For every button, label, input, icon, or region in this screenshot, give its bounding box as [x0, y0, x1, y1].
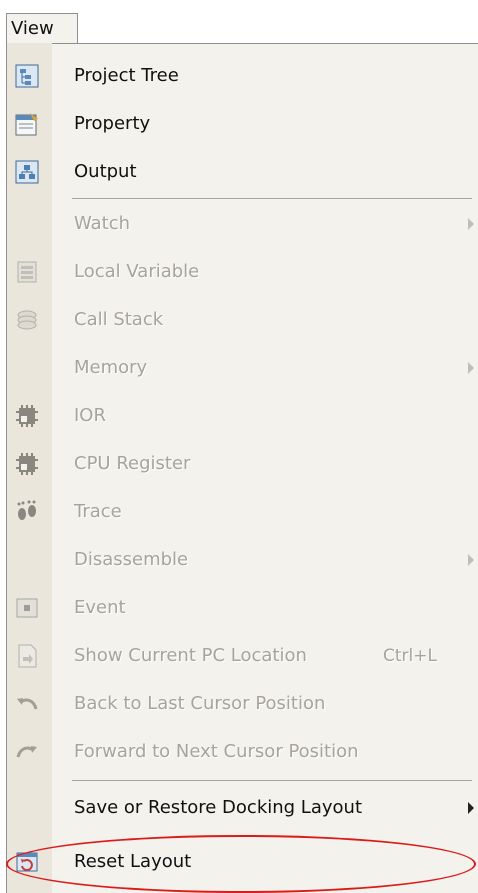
menu-item-label: Output: [74, 161, 137, 182]
menu-item-property[interactable]: Property: [0, 100, 478, 148]
event-icon: [16, 598, 38, 618]
menu-item-ior[interactable]: IOR: [0, 392, 478, 440]
menu-item-label: Trace: [74, 501, 122, 522]
submenu-arrow-icon: [468, 554, 474, 566]
menu-item-back-to-last-cursor-position[interactable]: Back to Last Cursor Position: [0, 680, 478, 728]
menu-item-label: Memory: [74, 357, 148, 378]
menu-item-label: Forward to Next Cursor Position: [74, 741, 359, 762]
menu-item-event[interactable]: Event: [0, 584, 478, 632]
back-arrow-icon: [17, 698, 38, 710]
view-menu-tab[interactable]: View: [6, 13, 78, 43]
trace-icon: [17, 500, 36, 520]
submenu-arrow-icon: [468, 218, 474, 230]
cpu-register-icon: [16, 453, 38, 475]
menu-item-forward-to-next-cursor-position[interactable]: Forward to Next Cursor Position: [0, 728, 478, 776]
menu-top-border: [78, 43, 478, 44]
menu-item-label: IOR: [74, 405, 106, 426]
menu-item-label: Watch: [74, 213, 131, 234]
local-variable-icon: [17, 261, 37, 283]
menu-item-memory[interactable]: Memory: [0, 344, 478, 392]
submenu-arrow-icon: [468, 802, 474, 814]
menu-item-label: Save or Restore Docking Layout: [74, 797, 362, 818]
menu-item-label: Local Variable: [74, 261, 200, 282]
menu-item-label: Project Tree: [74, 65, 179, 86]
menu-item-label: CPU Register: [74, 453, 191, 474]
menu-item-output[interactable]: Output: [0, 148, 478, 196]
menu-item-cpu-register[interactable]: CPU Register: [0, 440, 478, 488]
ior-icon: [16, 405, 38, 427]
output-icon: [15, 160, 39, 184]
menu-item-watch[interactable]: Watch: [0, 200, 478, 248]
call-stack-icon: [17, 310, 37, 330]
submenu-arrow-icon: [468, 362, 474, 374]
menu-item-label: Disassemble: [74, 549, 189, 570]
menu-item-label: Event: [74, 597, 126, 618]
menu-item-disassemble[interactable]: Disassemble: [0, 536, 478, 584]
show-pc-icon: [18, 644, 37, 668]
menu-item-label: Property: [74, 113, 151, 134]
menu-item-save-or-restore-docking-layout[interactable]: Save or Restore Docking Layout: [0, 784, 478, 832]
menu-item-trace[interactable]: Trace: [0, 488, 478, 536]
menu-item-show-current-pc-location[interactable]: Show Current PC Location Ctrl+L: [0, 632, 478, 680]
property-icon: [15, 113, 38, 136]
highlight-circle: [6, 835, 476, 893]
project-tree-icon: [15, 64, 39, 88]
view-menu-label: View: [11, 18, 54, 39]
menu-item-call-stack[interactable]: Call Stack: [0, 296, 478, 344]
menu-item-label: Back to Last Cursor Position: [74, 693, 326, 714]
menu-separator: [72, 780, 472, 781]
menu-separator: [72, 198, 472, 199]
menu-item-label: Show Current PC Location: [74, 645, 307, 666]
menu-item-label: Call Stack: [74, 309, 164, 330]
menu-item-local-variable[interactable]: Local Variable: [0, 248, 478, 296]
menu-item-project-tree[interactable]: Project Tree: [0, 52, 478, 100]
menu-item-shortcut: Ctrl+L: [383, 646, 437, 666]
forward-arrow-icon: [16, 746, 37, 758]
